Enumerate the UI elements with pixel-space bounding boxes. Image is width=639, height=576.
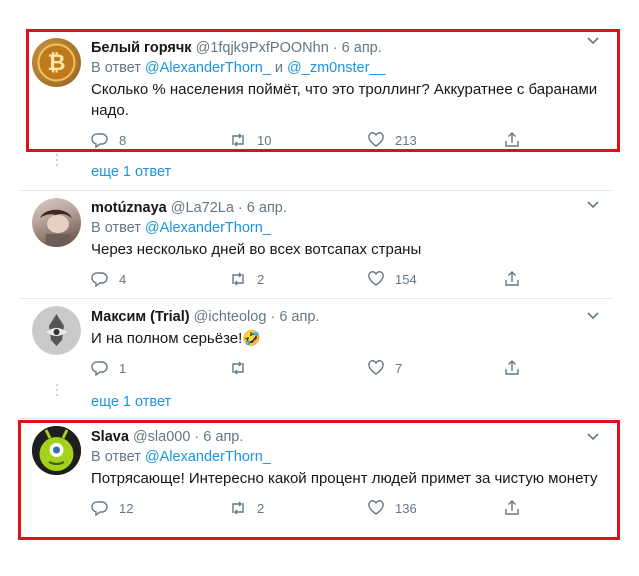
retweet-icon: [232, 272, 244, 286]
thread-line: [56, 164, 58, 166]
display-name[interactable]: motúznaya: [91, 200, 167, 216]
divider: [18, 418, 614, 419]
retweet-button[interactable]: [229, 358, 257, 378]
thread-line: [56, 159, 58, 161]
thread-line: [56, 384, 58, 386]
tweet-header: motúznaya @La72La · 6 апр.: [91, 198, 600, 218]
reply-button[interactable]: 4: [91, 269, 126, 289]
like-count: 154: [395, 271, 417, 287]
thread-line: [56, 394, 58, 396]
thread-line: [56, 154, 58, 156]
separator-dot: ·: [270, 309, 276, 325]
thread-line: [56, 389, 58, 391]
reply-icon: [91, 361, 108, 377]
highlight-box: [18, 420, 620, 540]
share-button[interactable]: [503, 358, 531, 378]
avatar[interactable]: [32, 198, 81, 247]
like-icon: [368, 271, 384, 286]
like-icon: [368, 360, 384, 375]
avatar[interactable]: [32, 306, 81, 355]
retweet-icon: [232, 361, 244, 375]
tweet-header: Максим (Trial) @ichteolog · 6 апр.: [91, 307, 600, 327]
show-more-replies[interactable]: еще 1 ответ: [91, 394, 171, 410]
share-button[interactable]: [503, 269, 531, 289]
show-more-replies[interactable]: еще 1 ответ: [91, 164, 171, 180]
reply-count: 4: [119, 271, 127, 287]
tweet-date[interactable]: 6 апр.: [279, 309, 319, 325]
separator-dot: ·: [237, 200, 243, 216]
reply-context: В ответ @AlexanderThorn_: [91, 218, 600, 238]
mention-link[interactable]: @AlexanderThorn_: [145, 220, 271, 236]
retweet-button[interactable]: 2: [229, 269, 264, 289]
divider: [18, 298, 614, 299]
user-handle[interactable]: @ichteolog: [194, 309, 267, 325]
chevron-down-icon[interactable]: [586, 308, 600, 322]
reply-count: 1: [119, 360, 127, 376]
tweet-text: И на полном серьёзе!🤣: [91, 330, 261, 347]
user-photo-icon: [40, 209, 72, 247]
highlight-box: [26, 29, 620, 152]
tweet-text: Через несколько дней во всех вотсапах ст…: [91, 241, 422, 258]
like-count: 7: [395, 360, 403, 376]
retweet-count: 2: [257, 271, 265, 287]
divider: [18, 190, 614, 191]
tweet-2[interactable]: motúznaya @La72La · 6 апр. В ответ @Alex…: [18, 192, 614, 298]
reply-icon: [91, 272, 108, 288]
share-icon: [505, 360, 519, 375]
reply-button[interactable]: 1: [91, 358, 126, 378]
tweet-date[interactable]: 6 апр.: [247, 200, 287, 216]
tweet-3[interactable]: Максим (Trial) @ichteolog · 6 апр. И на …: [18, 300, 614, 388]
share-icon: [505, 271, 519, 286]
user-handle[interactable]: @La72La: [171, 200, 234, 216]
display-name[interactable]: Максим (Trial): [91, 309, 190, 325]
chevron-down-icon[interactable]: [586, 197, 600, 211]
like-button[interactable]: 154: [367, 269, 417, 289]
reply-prefix: В ответ: [91, 220, 141, 236]
user-avatar-icon: [32, 306, 81, 355]
like-button[interactable]: 7: [367, 358, 402, 378]
